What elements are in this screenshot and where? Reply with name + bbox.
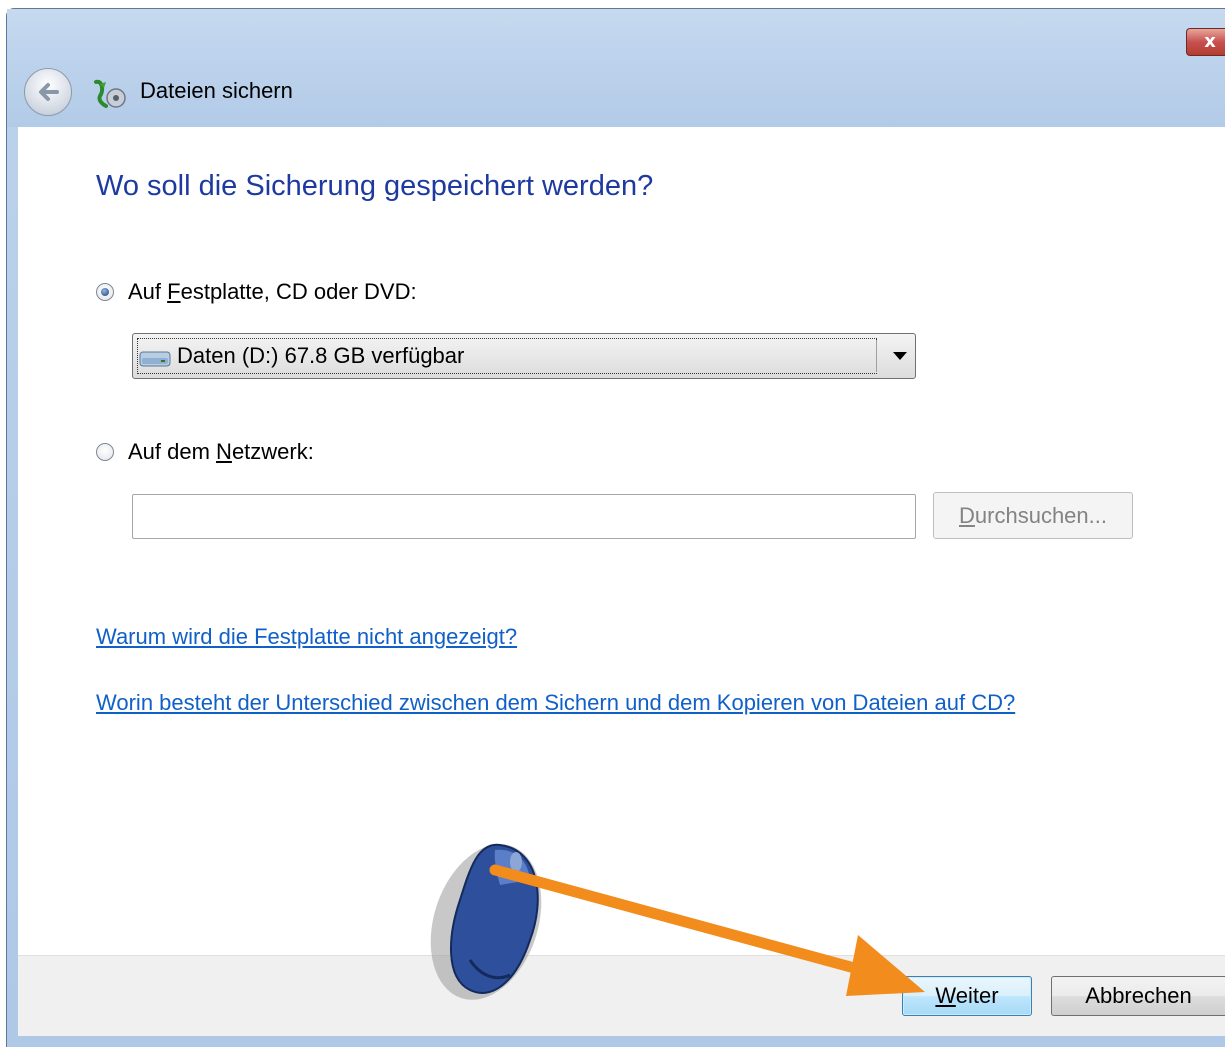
tutorial-overlay	[430, 843, 925, 1000]
mouse-icon	[430, 843, 542, 1000]
orange-arrow-annotation	[489, 864, 925, 996]
